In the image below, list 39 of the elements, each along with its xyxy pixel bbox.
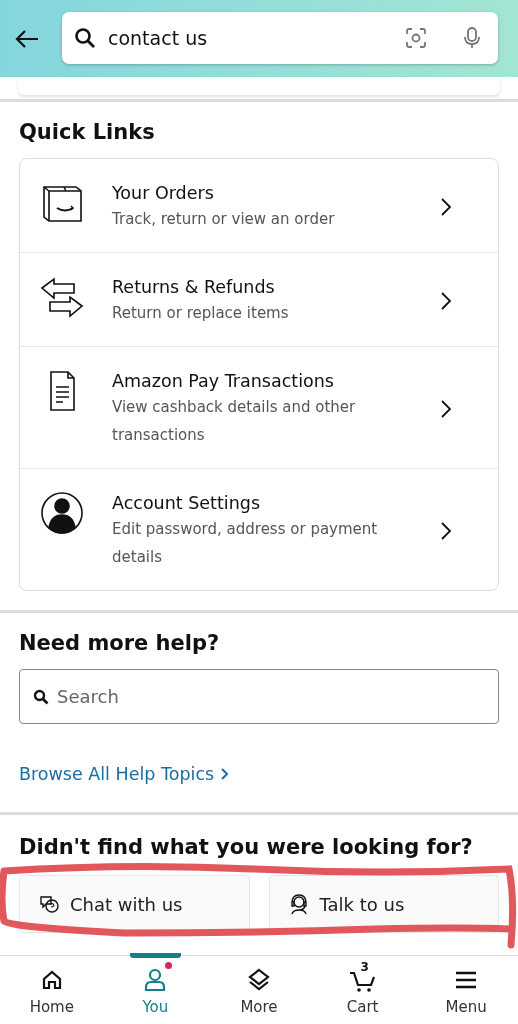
quick-link-item[interactable]: Account Settings Edit password, address or payment details [20,468,498,590]
camera-scan-icon[interactable] [404,25,428,50]
search-icon [74,26,96,49]
item-title: Returns & Refunds [112,276,276,299]
exchange-arrows-icon [40,275,84,319]
chat-help-icon [38,893,60,915]
item-description: Track, return or view an order [112,209,336,230]
section-heading: Need more help? [19,631,221,655]
nav-tab[interactable]: Home [0,956,104,1024]
nav-tab[interactable]: You [103,956,208,1024]
help-topics-link[interactable]: Browse All Help Topics [19,764,231,784]
contact-button[interactable]: Chat with us [19,875,250,933]
item-title: Your Orders [112,182,215,205]
item-title: Account Settings [112,492,261,515]
item-description: Return or replace items [112,303,290,324]
nav-tab[interactable]: More [207,956,311,1024]
nav-tab[interactable]: 3 Cart [310,956,415,1024]
item-title: Amazon Pay Transactions [112,370,335,393]
back-arrow-icon[interactable] [14,27,40,50]
search-icon [33,689,49,705]
chevron-right-icon [440,399,452,419]
chevron-right-icon [440,197,452,217]
search-field[interactable]: Search [19,669,499,724]
section-heading: Didn't find what you were looking for? [19,835,474,859]
chevron-right-icon [440,521,452,541]
chevron-right-icon [220,767,231,781]
search-field[interactable]: contact us [62,11,498,64]
item-description: View cashback details and other transactions [112,397,357,446]
item-description: Edit password, address or payment details [112,519,379,568]
cart-count: 3 [360,960,369,974]
quick-link-item[interactable]: Your Orders Track, return or view an order [20,159,498,252]
account-icon [40,491,84,535]
layers-icon [246,967,272,993]
nav-tab[interactable]: Menu [414,956,518,1024]
chevron-right-icon [440,291,452,311]
quick-link-item[interactable]: Returns & Refunds Return or replace items [20,252,498,346]
selected-indicator [129,953,182,958]
section-heading: Quick Links [19,120,156,144]
quick-link-item[interactable]: Amazon Pay Transactions View cashback details and other transactions [20,346,498,468]
